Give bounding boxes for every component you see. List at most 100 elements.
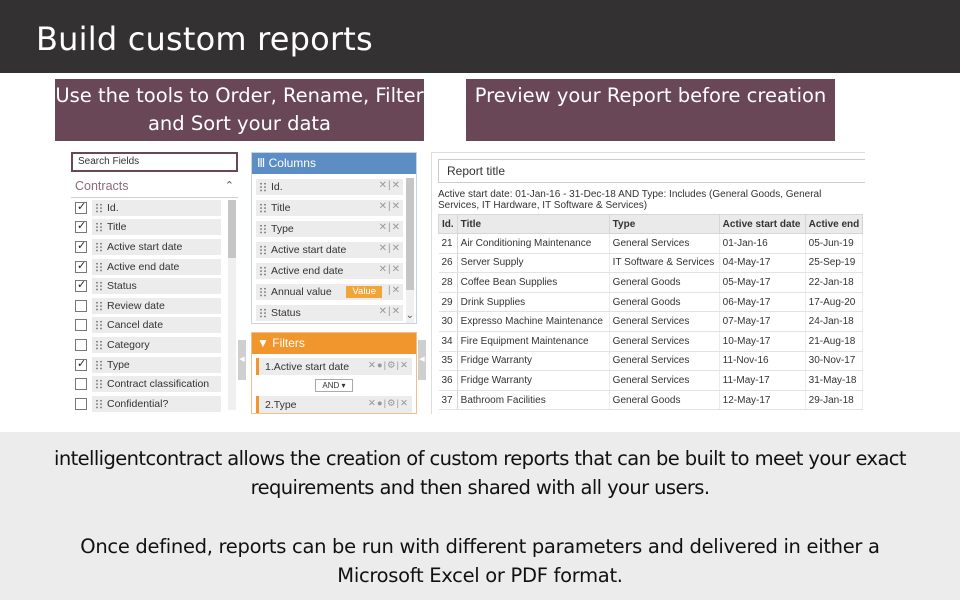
field-row[interactable]: Status bbox=[71, 276, 221, 296]
report-title-input[interactable]: Report title bbox=[438, 159, 865, 183]
table-row[interactable]: 29 Drink Supplies General Goods 06-May-17 17… bbox=[438, 292, 864, 313]
collapse-handle-right[interactable]: ◀ bbox=[418, 340, 426, 380]
column-header[interactable]: Id. bbox=[438, 214, 458, 234]
drag-handle-icon[interactable] bbox=[95, 261, 103, 272]
column-item[interactable]: Status ✕|✕ bbox=[256, 305, 403, 321]
column-item[interactable]: Title ✕|✕ bbox=[256, 200, 403, 216]
drag-handle-icon[interactable] bbox=[95, 320, 103, 331]
drag-handle-icon[interactable] bbox=[259, 266, 267, 276]
column-header[interactable]: Active end bbox=[804, 214, 864, 234]
remove-icon[interactable]: ✕|✕ bbox=[379, 264, 401, 275]
column-item[interactable]: Annual value Value |✕ bbox=[256, 284, 403, 300]
callout-preview: Preview your Report before creation bbox=[466, 79, 835, 141]
field-row[interactable]: Active start date bbox=[71, 237, 221, 257]
table-row[interactable]: 30 Expresso Machine Maintenance General Se… bbox=[438, 311, 864, 332]
column-header[interactable]: Title bbox=[456, 214, 610, 234]
table-cell: 30-Nov-17 bbox=[805, 351, 864, 372]
filters-panel: ▼ Filters 1.Active start date ✕●|⚙|✕ AND … bbox=[251, 332, 417, 414]
remove-icon[interactable]: ✕|✕ bbox=[379, 243, 401, 254]
fields-scrollbar[interactable] bbox=[228, 200, 236, 410]
checkbox[interactable] bbox=[75, 378, 87, 391]
table-row[interactable]: 36 Fridge Warranty General Services 11-May-… bbox=[438, 370, 864, 391]
drag-handle-icon[interactable] bbox=[95, 398, 103, 409]
remove-icon[interactable]: ✕|✕ bbox=[379, 201, 401, 212]
chevron-up-icon[interactable]: ⌃ bbox=[225, 176, 234, 196]
table-cell: General Services bbox=[609, 351, 720, 372]
field-label: Cancel date bbox=[107, 319, 164, 332]
scrollbar-thumb[interactable] bbox=[406, 178, 414, 290]
filter-controls-icon[interactable]: ✕●|⚙|✕ bbox=[368, 398, 409, 409]
field-row[interactable]: Active end date bbox=[71, 257, 221, 277]
checkbox[interactable] bbox=[75, 299, 87, 312]
field-label: Id. bbox=[107, 201, 119, 214]
collapse-handle-left[interactable]: ◀ bbox=[238, 340, 246, 380]
checkbox[interactable] bbox=[75, 200, 87, 214]
fields-panel: Search Fields Contracts ⌃ Id. Title Acti… bbox=[71, 152, 238, 414]
scrollbar-thumb[interactable] bbox=[228, 200, 236, 258]
column-header[interactable]: Active start date bbox=[718, 214, 806, 234]
checkbox[interactable] bbox=[75, 319, 87, 332]
table-row[interactable]: 34 Fire Equipment Maintenance General Serv… bbox=[438, 331, 864, 352]
column-item[interactable]: Id. ✕|✕ bbox=[256, 179, 403, 195]
table-row[interactable]: 21 Air Conditioning Maintenance General Se… bbox=[438, 233, 864, 254]
filter-label: 2.Type bbox=[265, 398, 297, 411]
columns-scrollbar[interactable] bbox=[406, 178, 414, 323]
table-row[interactable]: 35 Fridge Warranty General Services 11-Nov-… bbox=[438, 351, 864, 372]
drag-handle-icon[interactable] bbox=[259, 287, 267, 297]
drag-handle-icon[interactable] bbox=[259, 203, 267, 213]
checkbox[interactable] bbox=[75, 219, 87, 234]
drag-handle-icon[interactable] bbox=[95, 222, 103, 233]
drag-handle-icon[interactable] bbox=[259, 308, 267, 318]
column-label: Type bbox=[271, 223, 294, 235]
field-row[interactable]: Type bbox=[71, 355, 221, 375]
field-row[interactable]: Category bbox=[71, 335, 221, 355]
drag-handle-icon[interactable] bbox=[259, 245, 267, 255]
field-row[interactable]: Confidential? bbox=[71, 394, 221, 414]
field-row[interactable]: Contract classification bbox=[71, 374, 221, 394]
table-cell: Coffee Bean Supplies bbox=[457, 272, 610, 293]
remove-icon[interactable]: ✕|✕ bbox=[379, 180, 401, 191]
remove-icon[interactable]: |✕ bbox=[388, 285, 401, 296]
drag-handle-icon[interactable] bbox=[95, 281, 103, 292]
drag-handle-icon[interactable] bbox=[259, 182, 267, 192]
remove-icon[interactable]: ✕|✕ bbox=[379, 306, 401, 317]
table-cell: Server Supply bbox=[457, 253, 610, 274]
drag-handle-icon[interactable] bbox=[95, 379, 103, 390]
column-header[interactable]: Type bbox=[608, 214, 720, 234]
operator-select[interactable]: AND ▾ bbox=[315, 379, 353, 392]
contracts-group-header[interactable]: Contracts ⌃ bbox=[71, 176, 238, 198]
checkbox[interactable] bbox=[75, 357, 87, 371]
table-row[interactable]: 26 Server Supply IT Software & Services 04-… bbox=[438, 253, 864, 274]
column-item[interactable]: Active start date ✕|✕ bbox=[256, 242, 403, 258]
drag-handle-icon[interactable] bbox=[95, 339, 103, 350]
field-row[interactable]: Review date bbox=[71, 296, 221, 316]
field-row[interactable]: Cancel date bbox=[71, 316, 221, 336]
drag-handle-icon[interactable] bbox=[95, 359, 103, 370]
field-row[interactable]: Title bbox=[71, 218, 221, 238]
table-row[interactable]: 37 Bathroom Facilities General Goods 12-May… bbox=[438, 390, 864, 411]
drag-handle-icon[interactable] bbox=[95, 202, 103, 213]
drag-handle-icon[interactable] bbox=[95, 300, 103, 311]
columns-header: Ⅲ Columns bbox=[252, 153, 416, 174]
field-row[interactable]: Id. bbox=[71, 198, 221, 218]
drag-handle-icon[interactable] bbox=[95, 241, 103, 252]
checkbox[interactable] bbox=[75, 239, 87, 253]
search-fields-input[interactable]: Search Fields bbox=[71, 152, 238, 172]
filter-item[interactable]: 2.Type ✕●|⚙|✕ bbox=[256, 396, 412, 413]
value-badge[interactable]: Value bbox=[346, 286, 382, 298]
table-row[interactable]: 28 Coffee Bean Supplies General Goods 05-Ma… bbox=[438, 272, 864, 293]
column-label: Title bbox=[271, 202, 291, 214]
column-item[interactable]: Type ✕|✕ bbox=[256, 221, 403, 237]
checkbox[interactable] bbox=[75, 397, 87, 410]
column-item[interactable]: Active end date ✕|✕ bbox=[256, 263, 403, 279]
remove-icon[interactable]: ✕|✕ bbox=[379, 222, 401, 233]
chevron-down-icon[interactable]: ⌄ bbox=[406, 310, 414, 321]
checkbox[interactable] bbox=[75, 278, 87, 293]
filter-item[interactable]: 1.Active start date ✕●|⚙|✕ bbox=[256, 358, 412, 375]
table-cell: General Goods bbox=[609, 292, 720, 313]
filter-controls-icon[interactable]: ✕●|⚙|✕ bbox=[368, 360, 409, 371]
checkbox[interactable] bbox=[75, 338, 87, 351]
drag-handle-icon[interactable] bbox=[259, 224, 267, 234]
checkbox[interactable] bbox=[75, 259, 87, 273]
table-cell: General Services bbox=[609, 370, 720, 391]
